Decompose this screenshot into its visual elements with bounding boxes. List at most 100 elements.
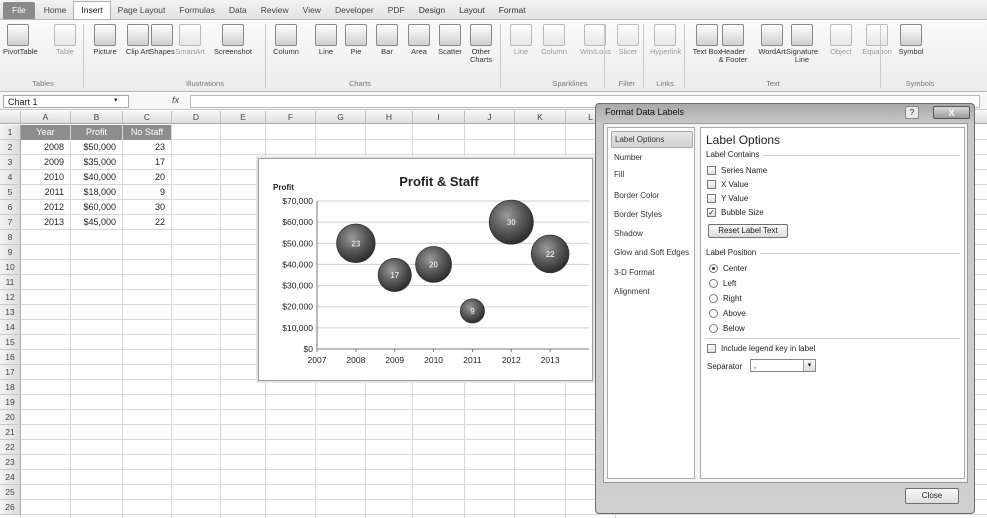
tab-data[interactable]: Data [222, 2, 254, 19]
table-cell[interactable]: $18,000 [71, 185, 122, 200]
table-cell[interactable]: 30 [123, 200, 171, 215]
table-header-cell[interactable]: Profit [71, 125, 122, 140]
column-header-f[interactable]: F [266, 111, 316, 124]
row-header-9[interactable]: 9 [0, 245, 21, 260]
row-header-13[interactable]: 13 [0, 305, 21, 320]
legend-key-checkbox[interactable] [707, 344, 716, 353]
dialog-close-x-button[interactable]: X [933, 106, 970, 119]
ribbon-hyperlink-button[interactable]: Hyperlink [650, 24, 681, 56]
row-header-22[interactable]: 22 [0, 440, 21, 455]
row-header-10[interactable]: 10 [0, 260, 21, 275]
row-header-8[interactable]: 8 [0, 230, 21, 245]
bubble-data-label[interactable]: 22 [546, 250, 555, 259]
tab-design[interactable]: Design [412, 2, 452, 19]
row-header-4[interactable]: 4 [0, 170, 21, 185]
row-header-18[interactable]: 18 [0, 380, 21, 395]
label-contains-checkbox[interactable] [707, 194, 716, 203]
ribbon-scatter-button[interactable]: Scatter [435, 24, 465, 56]
label-contains-checkbox[interactable]: ✓ [707, 208, 716, 217]
table-cell[interactable]: $35,000 [71, 155, 122, 170]
tab-insert[interactable]: Insert [73, 1, 111, 19]
name-box[interactable]: Chart 1 ▾ [3, 95, 129, 108]
column-header-j[interactable]: J [465, 111, 515, 124]
column-header-g[interactable]: G [316, 111, 366, 124]
table-cell[interactable]: 23 [123, 140, 171, 155]
bubble-data-label[interactable]: 20 [429, 260, 438, 269]
fx-icon[interactable]: fx [172, 95, 179, 105]
chart-title[interactable]: Profit & Staff [399, 174, 479, 189]
ribbon-screenshot-button[interactable]: Screenshot [209, 24, 257, 56]
table-cell[interactable]: 2011 [21, 185, 70, 200]
ribbon-line-button[interactable]: Line [311, 24, 341, 56]
row-header-20[interactable]: 20 [0, 410, 21, 425]
table-cell[interactable]: $40,000 [71, 170, 122, 185]
column-header-b[interactable]: B [71, 111, 123, 124]
ribbon-object-button[interactable]: Object [826, 24, 856, 56]
row-header-25[interactable]: 25 [0, 485, 21, 500]
ribbon-area-button[interactable]: Area [404, 24, 434, 56]
label-position-radio[interactable] [709, 309, 718, 318]
row-header-5[interactable]: 5 [0, 185, 21, 200]
nav-shadow[interactable]: Shadow [611, 226, 693, 241]
ribbon-symbol-button[interactable]: Symbol [896, 24, 926, 56]
tab-review[interactable]: Review [254, 2, 296, 19]
row-header-14[interactable]: 14 [0, 320, 21, 335]
row-header-7[interactable]: 7 [0, 215, 21, 230]
ribbon-headerfooter-button[interactable]: Header & Footer [718, 24, 748, 64]
label-contains-checkbox[interactable] [707, 180, 716, 189]
label-position-radio[interactable] [709, 324, 718, 333]
table-cell[interactable]: $50,000 [71, 140, 122, 155]
table-cell[interactable]: 2009 [21, 155, 70, 170]
ribbon-signature-button[interactable]: Signature Line [783, 24, 821, 64]
table-header-cell[interactable]: Year [21, 125, 70, 140]
column-header-e[interactable]: E [221, 111, 266, 124]
row-header-1[interactable]: 1 [0, 125, 21, 140]
tab-pdf[interactable]: PDF [381, 2, 412, 19]
tab-formulas[interactable]: Formulas [172, 2, 221, 19]
ribbon-table-button[interactable]: Table [50, 24, 80, 56]
row-header-23[interactable]: 23 [0, 455, 21, 470]
ribbon-othercharts-button[interactable]: Other Charts [466, 24, 496, 64]
table-cell[interactable]: 2013 [21, 215, 70, 230]
ribbon-spark-column-button[interactable]: Column [539, 24, 569, 56]
nav-number[interactable]: Number [611, 150, 693, 165]
bubble-chart[interactable]: Profit & Staff Profit $0 $10,000 $20,000 $30,… [259, 159, 594, 382]
table-cell[interactable]: 9 [123, 185, 171, 200]
ribbon-bar-button[interactable]: Bar [372, 24, 402, 56]
column-header-k[interactable]: K [515, 111, 566, 124]
nav-3-d-format[interactable]: 3-D Format [611, 265, 693, 280]
table-cell[interactable]: 2008 [21, 140, 70, 155]
table-cell[interactable]: 20 [123, 170, 171, 185]
tab-view[interactable]: View [296, 2, 328, 19]
label-position-radio[interactable] [709, 264, 718, 273]
row-header-19[interactable]: 19 [0, 395, 21, 410]
row-header-3[interactable]: 3 [0, 155, 21, 170]
row-header-17[interactable]: 17 [0, 365, 21, 380]
ribbon-column-button[interactable]: Column [271, 24, 301, 56]
label-position-radio[interactable] [709, 279, 718, 288]
nav-label-options[interactable]: Label Options [611, 131, 693, 148]
table-header-cell[interactable]: No Staff [123, 125, 171, 140]
nav-alignment[interactable]: Alignment [611, 284, 693, 299]
ribbon-pivottable-button[interactable]: PivotTable [3, 24, 38, 56]
table-cell[interactable]: 22 [123, 215, 171, 230]
nav-border-styles[interactable]: Border Styles [611, 207, 693, 222]
table-cell[interactable]: 2010 [21, 170, 70, 185]
row-header-12[interactable]: 12 [0, 290, 21, 305]
nav-fill[interactable]: Fill [611, 167, 693, 182]
row-header-26[interactable]: 26 [0, 500, 21, 515]
row-header-6[interactable]: 6 [0, 200, 21, 215]
help-icon[interactable]: ? [905, 106, 919, 119]
ribbon-spark-line-button[interactable]: Line [506, 24, 536, 56]
bubble-data-label[interactable]: 30 [507, 218, 516, 227]
column-header-h[interactable]: H [366, 111, 413, 124]
ribbon-slicer-button[interactable]: Slicer [613, 24, 643, 56]
tab-page-layout[interactable]: Page Layout [111, 2, 173, 19]
name-box-dropdown-icon[interactable]: ▾ [114, 96, 118, 104]
column-header-c[interactable]: C [123, 111, 172, 124]
row-header-15[interactable]: 15 [0, 335, 21, 350]
row-header-2[interactable]: 2 [0, 140, 21, 155]
chevron-down-icon[interactable]: ▾ [803, 360, 815, 371]
tab-home[interactable]: Home [37, 2, 74, 19]
chart-object[interactable]: Profit & Staff Profit $0 $10,000 $20,000 $30,… [258, 158, 593, 381]
